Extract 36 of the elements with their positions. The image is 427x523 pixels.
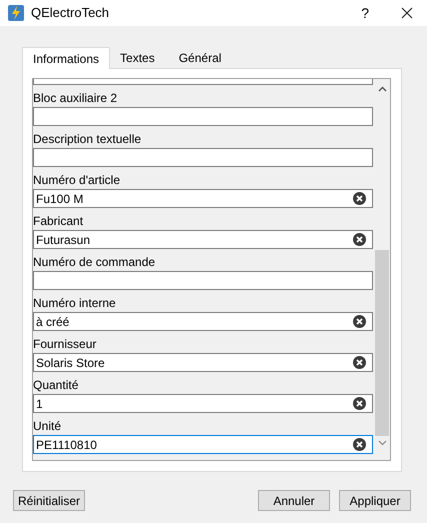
dialog-button[interactable]: Annuler bbox=[258, 490, 330, 511]
input-field[interactable]: à créé bbox=[33, 312, 374, 331]
field-label: Description textuelle bbox=[33, 131, 142, 148]
clear-icon[interactable] bbox=[353, 315, 366, 328]
field-label: Numéro d'article bbox=[33, 172, 121, 189]
input-field[interactable] bbox=[33, 107, 374, 126]
tab[interactable]: Textes bbox=[110, 48, 165, 68]
input-field[interactable]: Solaris Store bbox=[33, 353, 374, 372]
input-field[interactable] bbox=[33, 148, 374, 167]
field-label: Fabricant bbox=[33, 213, 84, 230]
input-field[interactable]: Futurasun bbox=[33, 230, 374, 249]
field-label: Quantité bbox=[33, 377, 80, 394]
input-field[interactable]: Fu100 M bbox=[33, 189, 374, 208]
field-label: Bloc auxiliaire 2 bbox=[33, 90, 118, 107]
dialog-button[interactable]: Appliquer bbox=[339, 490, 411, 511]
field-label: Numéro de commande bbox=[33, 254, 156, 271]
field-label: Numéro interne bbox=[33, 295, 117, 312]
clear-icon[interactable] bbox=[353, 356, 366, 369]
help-button[interactable]: ? bbox=[361, 2, 369, 24]
scrollbar-thumb[interactable] bbox=[375, 250, 390, 436]
input-field[interactable]: 1 bbox=[33, 394, 374, 413]
close-icon[interactable] bbox=[401, 7, 413, 19]
clear-icon[interactable] bbox=[353, 192, 366, 205]
clear-icon[interactable] bbox=[353, 233, 366, 246]
field-label: Fournisseur bbox=[33, 336, 98, 353]
input-field[interactable] bbox=[33, 271, 374, 290]
window-title: QElectroTech bbox=[31, 4, 110, 22]
input-field[interactable]: PE1110810 bbox=[33, 435, 374, 454]
lightning-icon bbox=[8, 5, 24, 21]
tab[interactable]: Général bbox=[168, 48, 232, 68]
tab[interactable]: Informations bbox=[22, 47, 110, 69]
clear-icon[interactable] bbox=[353, 397, 366, 410]
field-label: Unité bbox=[33, 418, 62, 435]
input-field[interactable] bbox=[33, 79, 374, 85]
clear-icon[interactable] bbox=[353, 438, 366, 451]
dialog-button[interactable]: Réinitialiser bbox=[13, 490, 85, 511]
